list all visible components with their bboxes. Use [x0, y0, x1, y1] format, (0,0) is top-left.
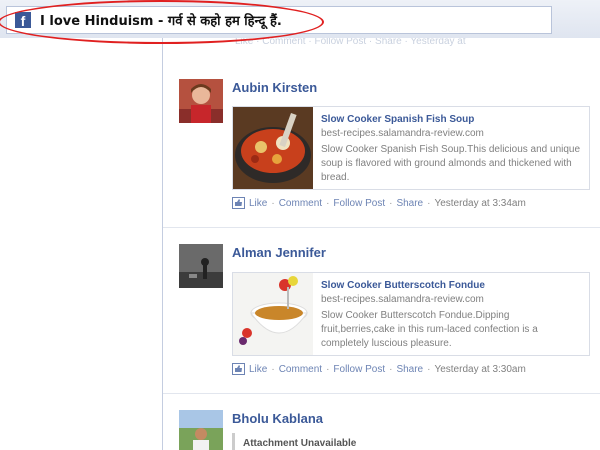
comment-link[interactable]: Comment [279, 364, 322, 375]
avatar[interactable] [179, 410, 223, 450]
post-timestamp[interactable]: Yesterday at 3:30am [434, 364, 525, 375]
news-feed: Like · Comment · Follow Post · Share · Y… [163, 0, 600, 450]
post-separator [163, 227, 600, 228]
share-link[interactable]: Share [396, 364, 423, 375]
attachment-unavailable: Attachment Unavailable [243, 438, 357, 449]
attachment-domain: best-recipes.salamandra-review.com [321, 128, 484, 139]
post-separator [163, 393, 600, 394]
attachment-title[interactable]: Slow Cooker Butterscotch Fondue [321, 280, 583, 291]
attachment-domain: best-recipes.salamandra-review.com [321, 294, 484, 305]
avatar[interactable] [179, 79, 223, 123]
follow-post-link[interactable]: Follow Post [333, 364, 385, 375]
attachment-thumbnail[interactable] [233, 273, 313, 355]
facebook-icon: f [15, 12, 31, 29]
link-attachment[interactable]: Slow Cooker Butterscotch Fondue best-rec… [232, 272, 590, 356]
page-title: I love Hinduism - गर्व से कहो हम हिन्दू … [40, 14, 282, 29]
attachment-title[interactable]: Slow Cooker Spanish Fish Soup [321, 114, 583, 125]
link-attachment[interactable]: Slow Cooker Spanish Fish Soup best-recip… [232, 106, 590, 190]
post-author[interactable]: Bholu Kablana [232, 411, 323, 426]
like-link[interactable]: Like [249, 364, 267, 375]
avatar[interactable] [179, 244, 223, 288]
follow-post-link[interactable]: Follow Post [333, 198, 385, 209]
post-author[interactable]: Alman Jennifer [232, 245, 326, 260]
attachment-thumbnail[interactable] [233, 107, 313, 189]
post-actions: Like · Comment · Follow Post · Share · Y… [232, 197, 526, 209]
share-link[interactable]: Share [396, 198, 423, 209]
comment-link[interactable]: Comment [279, 198, 322, 209]
quote-bar [232, 433, 235, 450]
left-sidebar [0, 0, 162, 450]
page-title-banner: f I love Hinduism - गर्व से कहो हम हिन्द… [6, 6, 552, 34]
like-link[interactable]: Like [249, 198, 267, 209]
like-icon [232, 363, 245, 375]
post-author[interactable]: Aubin Kirsten [232, 80, 317, 95]
post-actions: Like · Comment · Follow Post · Share · Y… [232, 363, 526, 375]
post-timestamp[interactable]: Yesterday at 3:34am [434, 198, 525, 209]
like-icon [232, 197, 245, 209]
attachment-description: Slow Cooker Spanish Fish Soup.This delic… [321, 144, 581, 183]
attachment-description: Slow Cooker Butterscotch Fondue.Dipping … [321, 310, 538, 349]
